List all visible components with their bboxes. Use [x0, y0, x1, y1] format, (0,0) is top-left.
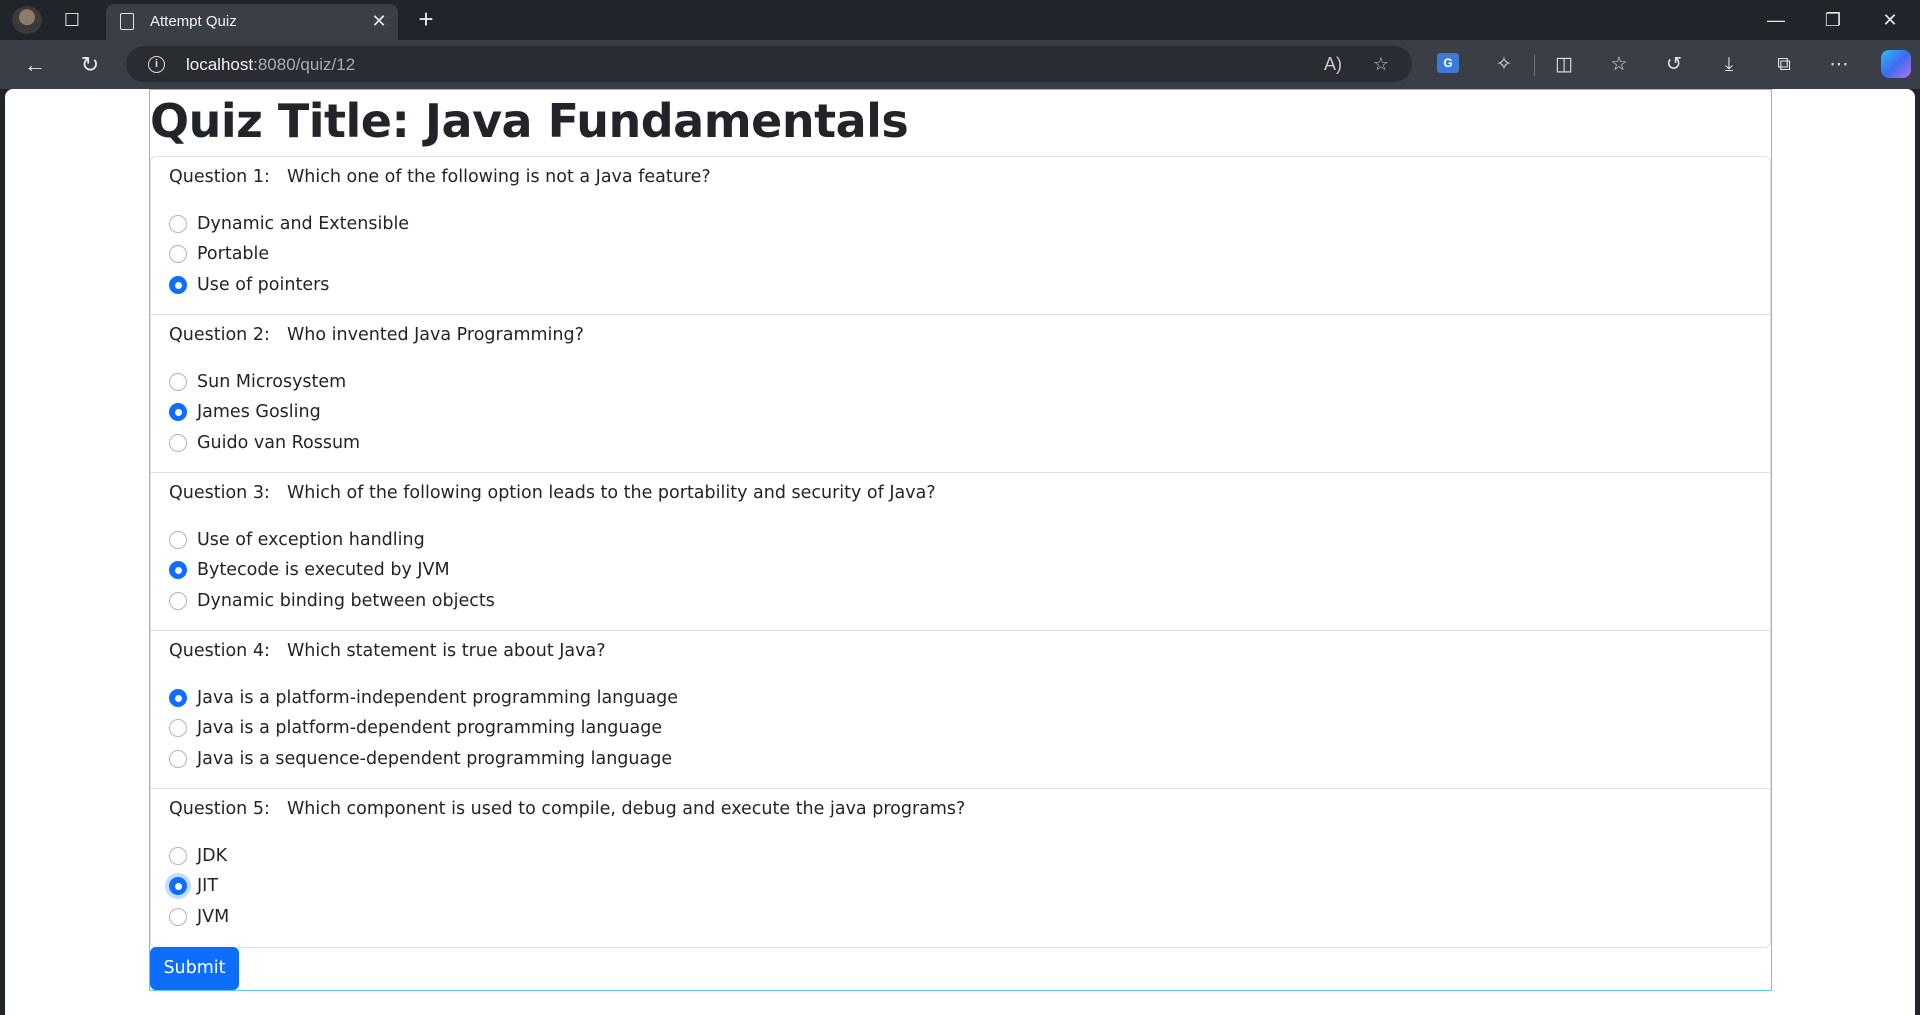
question-number: Question 2:	[169, 325, 270, 345]
close-tab-icon[interactable]: ✕	[368, 10, 390, 32]
question-4-header: Question 4: Which statement is true about…	[169, 641, 606, 661]
option-sequence-dependent[interactable]: Java is a sequence-dependent programming…	[169, 745, 672, 773]
radio-button-selected[interactable]	[169, 276, 187, 294]
profile-avatar-icon[interactable]	[12, 6, 42, 34]
option-jit[interactable]: JIT	[169, 872, 218, 900]
question-text: Which statement is true about Java?	[287, 641, 606, 661]
radio-button[interactable]	[169, 245, 187, 263]
read-aloud-icon[interactable]: A)	[1320, 52, 1346, 76]
url-text[interactable]: localhost:8080/quiz/12	[186, 55, 355, 75]
more-menu-icon[interactable]: ⋯	[1825, 52, 1853, 78]
browser-title-bar: ☐ Attempt Quiz ✕ + — ❐ ✕	[0, 0, 1920, 40]
site-info-icon[interactable]: i	[148, 56, 165, 73]
submit-button[interactable]: Submit	[150, 947, 239, 990]
page-document-icon	[120, 13, 134, 30]
restore-icon[interactable]: ❐	[1815, 6, 1851, 34]
option-dynamic-and-extensible[interactable]: Dynamic and Extensible	[169, 210, 409, 238]
address-bar[interactable]: i localhost:8080/quiz/12 A) ☆	[126, 46, 1412, 82]
option-james-gosling[interactable]: James Gosling	[169, 398, 321, 426]
radio-button[interactable]	[169, 847, 187, 865]
question-text: Which one of the following is not a Java…	[287, 167, 711, 187]
question-text: Which of the following option leads to t…	[287, 483, 936, 503]
screenshot-icon[interactable]: ⧉	[1770, 52, 1798, 78]
radio-button-selected[interactable]	[169, 877, 187, 895]
option-bytecode-executed-by-jvm[interactable]: Bytecode is executed by JVM	[169, 556, 450, 584]
question-number: Question 4:	[169, 641, 270, 661]
option-platform-dependent[interactable]: Java is a platform-dependent programming…	[169, 714, 662, 742]
option-label[interactable]: Sun Microsystem	[197, 372, 346, 392]
radio-button-selected[interactable]	[169, 689, 187, 707]
option-label[interactable]: JDK	[197, 846, 227, 866]
radio-button[interactable]	[169, 719, 187, 737]
tab-title: Attempt Quiz	[150, 13, 237, 30]
option-label[interactable]: Dynamic and Extensible	[197, 214, 409, 234]
question-4: Question 4: Which statement is true about…	[151, 631, 1770, 789]
option-label[interactable]: James Gosling	[197, 402, 321, 422]
question-text: Which component is used to compile, debu…	[287, 799, 966, 819]
favorite-star-icon[interactable]: ☆	[1368, 52, 1394, 76]
option-label[interactable]: Java is a sequence-dependent programming…	[197, 749, 672, 769]
radio-button[interactable]	[169, 373, 187, 391]
question-5: Question 5: Which component is used to co…	[151, 789, 1770, 947]
back-arrow-icon[interactable]: ←	[20, 50, 50, 80]
question-5-header: Question 5: Which component is used to co…	[169, 799, 965, 819]
minimize-icon[interactable]: —	[1758, 6, 1794, 34]
option-sun-microsystem[interactable]: Sun Microsystem	[169, 368, 346, 396]
option-label[interactable]: Bytecode is executed by JVM	[197, 560, 450, 580]
option-label[interactable]: Dynamic binding between objects	[197, 591, 495, 611]
question-number: Question 5:	[169, 799, 270, 819]
radio-button[interactable]	[169, 434, 187, 452]
split-screen-icon[interactable]: ◫	[1550, 52, 1578, 78]
option-platform-independent[interactable]: Java is a platform-independent programmi…	[169, 684, 678, 712]
option-label[interactable]: Use of pointers	[197, 275, 329, 295]
tab-actions-icon[interactable]: ☐	[60, 8, 84, 32]
toolbar-divider	[1534, 54, 1535, 76]
question-1: Question 1: Which one of the following is…	[151, 157, 1770, 315]
radio-button[interactable]	[169, 215, 187, 233]
window-close-icon[interactable]: ✕	[1872, 6, 1908, 34]
radio-button[interactable]	[169, 908, 187, 926]
option-dynamic-binding[interactable]: Dynamic binding between objects	[169, 587, 495, 615]
option-label[interactable]: Portable	[197, 244, 269, 264]
question-list: Question 1: Which one of the following is…	[150, 156, 1771, 948]
option-jdk[interactable]: JDK	[169, 842, 227, 870]
translate-icon[interactable]: G	[1437, 53, 1459, 73]
page-title: Quiz Title: Java Fundamentals	[150, 94, 909, 148]
option-label[interactable]: Use of exception handling	[197, 530, 425, 550]
question-text: Who invented Java Programming?	[287, 325, 584, 345]
option-label[interactable]: Guido van Rossum	[197, 433, 360, 453]
question-1-header: Question 1: Which one of the following is…	[169, 167, 711, 187]
option-jvm[interactable]: JVM	[169, 903, 229, 931]
radio-button-selected[interactable]	[169, 403, 187, 421]
option-label[interactable]: JIT	[197, 876, 218, 896]
option-label[interactable]: Java is a platform-independent programmi…	[197, 688, 678, 708]
question-2-header: Question 2: Who invented Java Programming…	[169, 325, 584, 345]
radio-button-selected[interactable]	[169, 561, 187, 579]
page-viewport: Quiz Title: Java Fundamentals Question 1…	[5, 89, 1915, 1015]
radio-button[interactable]	[169, 750, 187, 768]
downloads-icon[interactable]: ⤓	[1715, 52, 1743, 78]
new-tab-icon[interactable]: +	[412, 6, 440, 34]
favorites-icon[interactable]: ☆	[1605, 52, 1633, 78]
option-use-of-exception-handling[interactable]: Use of exception handling	[169, 526, 425, 554]
question-number: Question 1:	[169, 167, 270, 187]
option-label[interactable]: Java is a platform-dependent programming…	[197, 718, 662, 738]
tab-attempt-quiz[interactable]: Attempt Quiz ✕	[106, 4, 398, 40]
option-label[interactable]: JVM	[197, 907, 229, 927]
question-2: Question 2: Who invented Java Programming…	[151, 315, 1770, 473]
history-icon[interactable]: ↺	[1660, 52, 1688, 78]
radio-button[interactable]	[169, 531, 187, 549]
option-portable[interactable]: Portable	[169, 240, 269, 268]
quiz-container: Quiz Title: Java Fundamentals Question 1…	[149, 89, 1772, 991]
question-number: Question 3:	[169, 483, 270, 503]
refresh-icon[interactable]: ↻	[75, 50, 105, 80]
extensions-puzzle-icon[interactable]: ✧	[1490, 52, 1518, 78]
question-3: Question 3: Which of the following option…	[151, 473, 1770, 631]
browser-toolbar: ← ↻ i localhost:8080/quiz/12 A) ☆ ✧ ◫ ☆ …	[0, 40, 1920, 89]
copilot-icon[interactable]	[1881, 50, 1911, 78]
option-guido-van-rossum[interactable]: Guido van Rossum	[169, 429, 360, 457]
question-3-header: Question 3: Which of the following option…	[169, 483, 936, 503]
option-use-of-pointers[interactable]: Use of pointers	[169, 271, 329, 299]
radio-button[interactable]	[169, 592, 187, 610]
